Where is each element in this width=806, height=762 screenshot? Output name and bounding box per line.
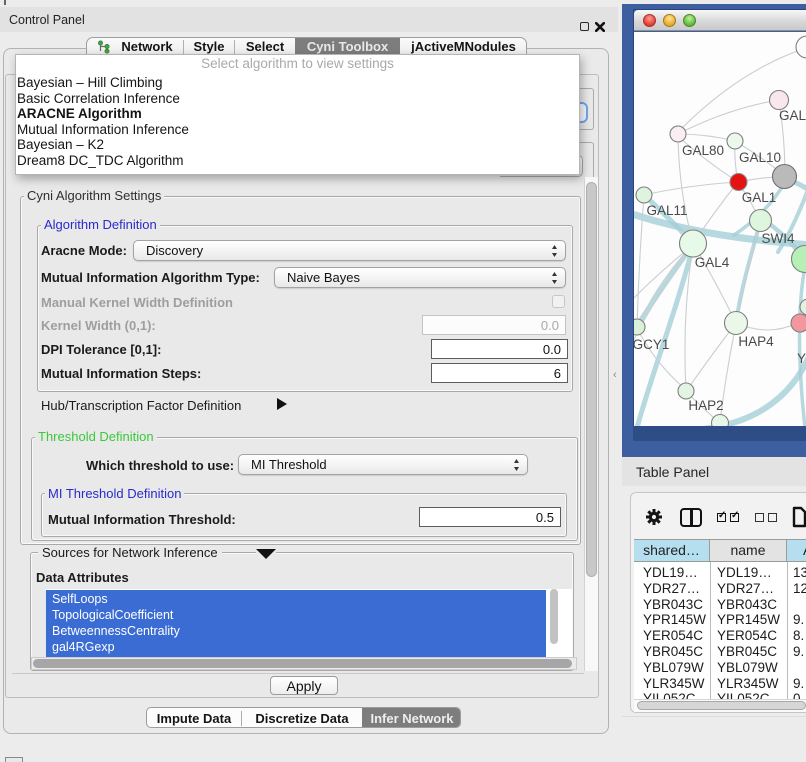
svg-text:HAP2: HAP2	[688, 398, 723, 413]
svg-text:GAL80: GAL80	[682, 143, 724, 158]
svg-text:GAL4: GAL4	[695, 255, 730, 270]
svg-text:GAL2: GAL2	[779, 108, 806, 123]
svg-text:GAL1: GAL1	[742, 190, 777, 205]
svg-text:YEL: YEL	[797, 351, 806, 366]
svg-text:HAP4: HAP4	[738, 334, 774, 349]
svg-text:GAL10: GAL10	[739, 150, 781, 165]
svg-text:GAL11: GAL11	[646, 203, 687, 218]
svg-text:SWI4: SWI4	[761, 231, 794, 246]
svg-text:GCY1: GCY1	[634, 337, 669, 352]
